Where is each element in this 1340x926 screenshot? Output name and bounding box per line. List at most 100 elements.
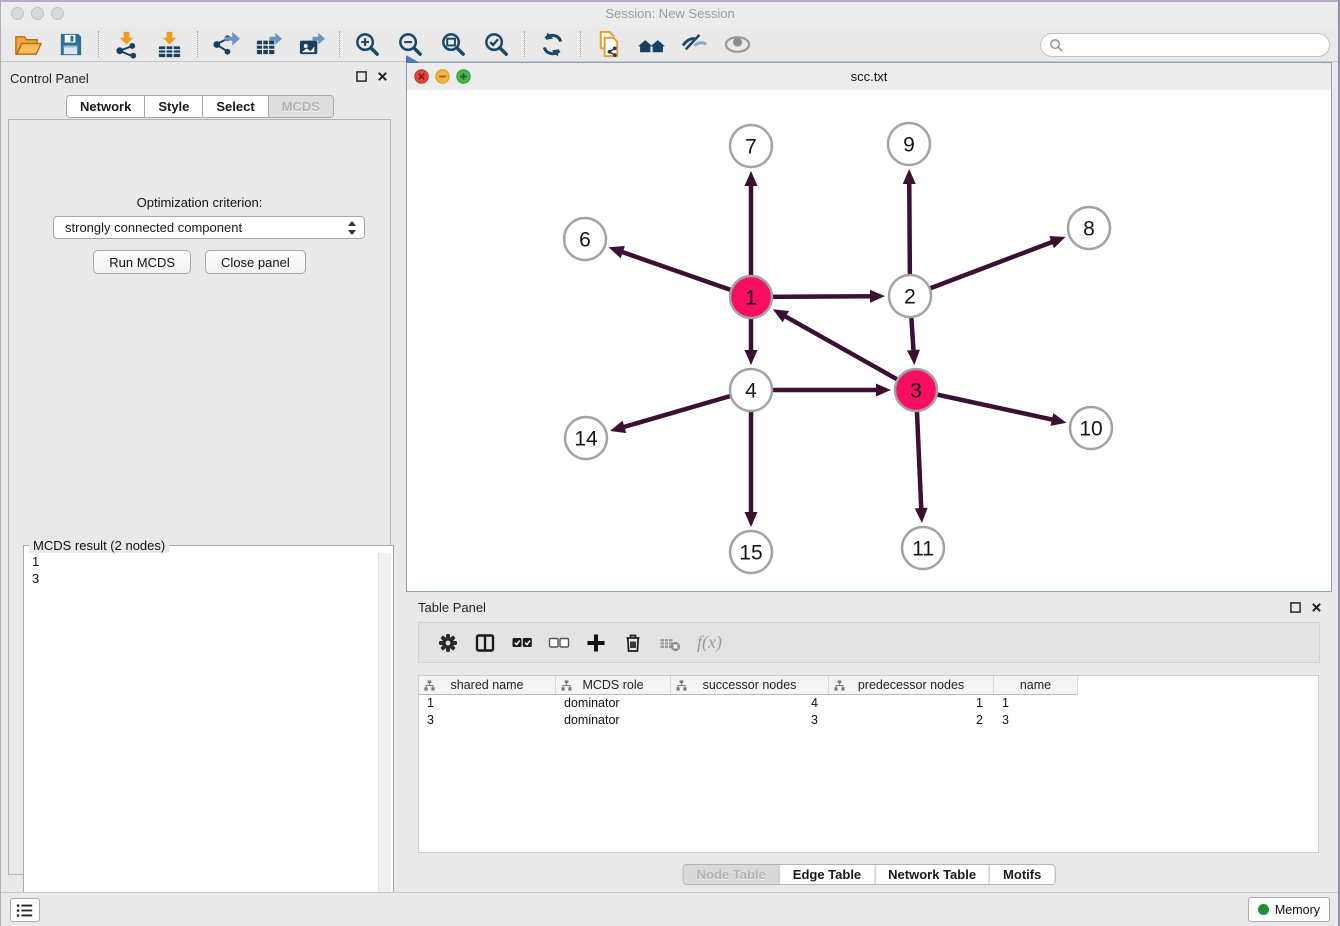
- refresh-icon[interactable]: [531, 29, 574, 60]
- export-network-icon[interactable]: [204, 29, 247, 60]
- column-header-predecessor-nodes[interactable]: predecessor nodes: [829, 676, 994, 695]
- node-label: 15: [739, 542, 762, 565]
- delete-icon[interactable]: [614, 628, 651, 658]
- app-title: Session: New Session: [0, 0, 1340, 27]
- table-body: 1dominator4113dominator323: [419, 695, 1318, 728]
- node-label: 3: [910, 380, 922, 403]
- hide-details-icon[interactable]: [673, 29, 716, 60]
- tab-edge-table[interactable]: Edge Table: [780, 865, 875, 884]
- close-panel-icon[interactable]: [377, 71, 388, 82]
- edge-arrowhead: [907, 350, 920, 365]
- table-cell[interactable]: 3: [671, 712, 829, 729]
- network-window-titlebar[interactable]: scc.txt: [407, 63, 1331, 91]
- table-cell[interactable]: 3: [419, 712, 556, 729]
- table-cell[interactable]: 1: [419, 695, 556, 712]
- table-cell[interactable]: 3: [994, 712, 1078, 729]
- node-label: 4: [745, 380, 757, 403]
- tab-node-table[interactable]: Node Table: [684, 865, 780, 884]
- import-table-icon[interactable]: [148, 29, 191, 60]
- settings-gear-icon[interactable]: [429, 628, 466, 658]
- close-table-panel-icon[interactable]: [1311, 602, 1322, 613]
- column-header-shared-name[interactable]: shared name: [419, 676, 556, 695]
- function-builder-icon[interactable]: f(x): [688, 628, 725, 658]
- tab-network[interactable]: Network: [67, 96, 145, 117]
- edge-arrowhead: [1051, 413, 1067, 426]
- edge-2-8[interactable]: [910, 241, 1053, 296]
- column-header-mcds-role[interactable]: MCDS role: [556, 676, 671, 695]
- run-mcds-button[interactable]: Run MCDS: [93, 250, 191, 274]
- close-panel-button[interactable]: Close panel: [205, 250, 306, 274]
- deselect-all-icon[interactable]: [540, 628, 577, 658]
- search-box[interactable]: [1040, 33, 1330, 57]
- zoom-in-icon[interactable]: [346, 29, 389, 60]
- app-titlebar: Session: New Session: [0, 0, 1340, 28]
- column-label: MCDS role: [582, 678, 643, 692]
- control-panel: Control Panel NetworkStyleSelectMCDS Opt…: [0, 62, 400, 892]
- float-table-panel-icon[interactable]: [1290, 602, 1301, 613]
- table-toolbar: f(x): [418, 622, 1320, 663]
- table-cell[interactable]: 2: [829, 712, 994, 729]
- open-session-icon[interactable]: [6, 29, 49, 60]
- toolbar-divider: [580, 31, 581, 57]
- table-row-2[interactable]: 3dominator323: [419, 712, 1318, 729]
- result-scrollbar[interactable]: [378, 553, 391, 918]
- show-columns-icon[interactable]: [466, 628, 503, 658]
- first-neighbors-icon[interactable]: [630, 29, 673, 60]
- show-details-icon[interactable]: [716, 29, 759, 60]
- node-label: 7: [745, 136, 757, 159]
- edge-3-1[interactable]: [784, 316, 916, 390]
- window-focus-corner: [406, 55, 420, 63]
- table-cell[interactable]: 1: [994, 695, 1078, 712]
- table-cell[interactable]: 4: [671, 695, 829, 712]
- zoom-fit-icon[interactable]: [432, 29, 475, 60]
- tab-style[interactable]: Style: [145, 96, 203, 117]
- edge-arrowhead: [915, 508, 928, 523]
- copy-view-icon[interactable]: [587, 29, 630, 60]
- column-header-successor-nodes[interactable]: successor nodes: [671, 676, 829, 695]
- sort-hierarchy-icon: [834, 680, 845, 691]
- import-network-icon[interactable]: [105, 29, 148, 60]
- chevron-updown-icon: [347, 220, 357, 236]
- save-session-icon[interactable]: [49, 29, 92, 60]
- column-label: predecessor nodes: [858, 678, 964, 692]
- float-panel-icon[interactable]: [356, 71, 367, 82]
- search-input[interactable]: [1069, 37, 1329, 54]
- mcds-result-title: MCDS result (2 nodes): [29, 538, 169, 553]
- delete-table-icon[interactable]: [651, 628, 688, 658]
- control-panel-tabs: NetworkStyleSelectMCDS: [66, 95, 334, 118]
- window-edge-top: [0, 0, 1340, 2]
- tab-mcds[interactable]: MCDS: [269, 96, 333, 117]
- toolbar-divider: [98, 31, 99, 57]
- fx-label: f(x): [697, 632, 722, 653]
- tab-select[interactable]: Select: [203, 96, 268, 117]
- table-cell[interactable]: dominator: [556, 695, 671, 712]
- select-all-icon[interactable]: [503, 628, 540, 658]
- node-label: 11: [912, 538, 934, 561]
- edge-arrowhead: [745, 171, 758, 186]
- add-icon[interactable]: [577, 628, 614, 658]
- network-canvas[interactable]: 1234678910111415: [407, 90, 1331, 591]
- memory-button[interactable]: Memory: [1248, 897, 1330, 922]
- column-header-name[interactable]: name: [994, 676, 1078, 695]
- export-image-icon[interactable]: [290, 29, 333, 60]
- window-edge-left: [0, 0, 1, 926]
- sort-hierarchy-icon: [424, 680, 435, 691]
- network-view-title: scc.txt: [407, 63, 1331, 90]
- export-table-icon[interactable]: [247, 29, 290, 60]
- table-row-1[interactable]: 1dominator411: [419, 695, 1318, 712]
- mcds-result-area[interactable]: 13: [26, 553, 391, 918]
- sort-hierarchy-icon: [561, 680, 572, 691]
- task-history-button[interactable]: [10, 898, 40, 922]
- optimization-criterion-dropdown[interactable]: strongly connected component: [53, 216, 365, 239]
- optimization-criterion-label: Optimization criterion:: [9, 195, 390, 210]
- node-label: 9: [903, 134, 915, 157]
- column-label: successor nodes: [703, 678, 797, 692]
- table-cell[interactable]: dominator: [556, 712, 671, 729]
- tab-network-table[interactable]: Network Table: [875, 865, 990, 884]
- toolbar-divider: [197, 31, 198, 57]
- network-view-window: scc.txt 1234678910111415: [406, 62, 1332, 592]
- zoom-selected-icon[interactable]: [475, 29, 518, 60]
- edge-arrowhead: [745, 350, 758, 365]
- tab-motifs[interactable]: Motifs: [990, 865, 1054, 884]
- table-cell[interactable]: 1: [829, 695, 994, 712]
